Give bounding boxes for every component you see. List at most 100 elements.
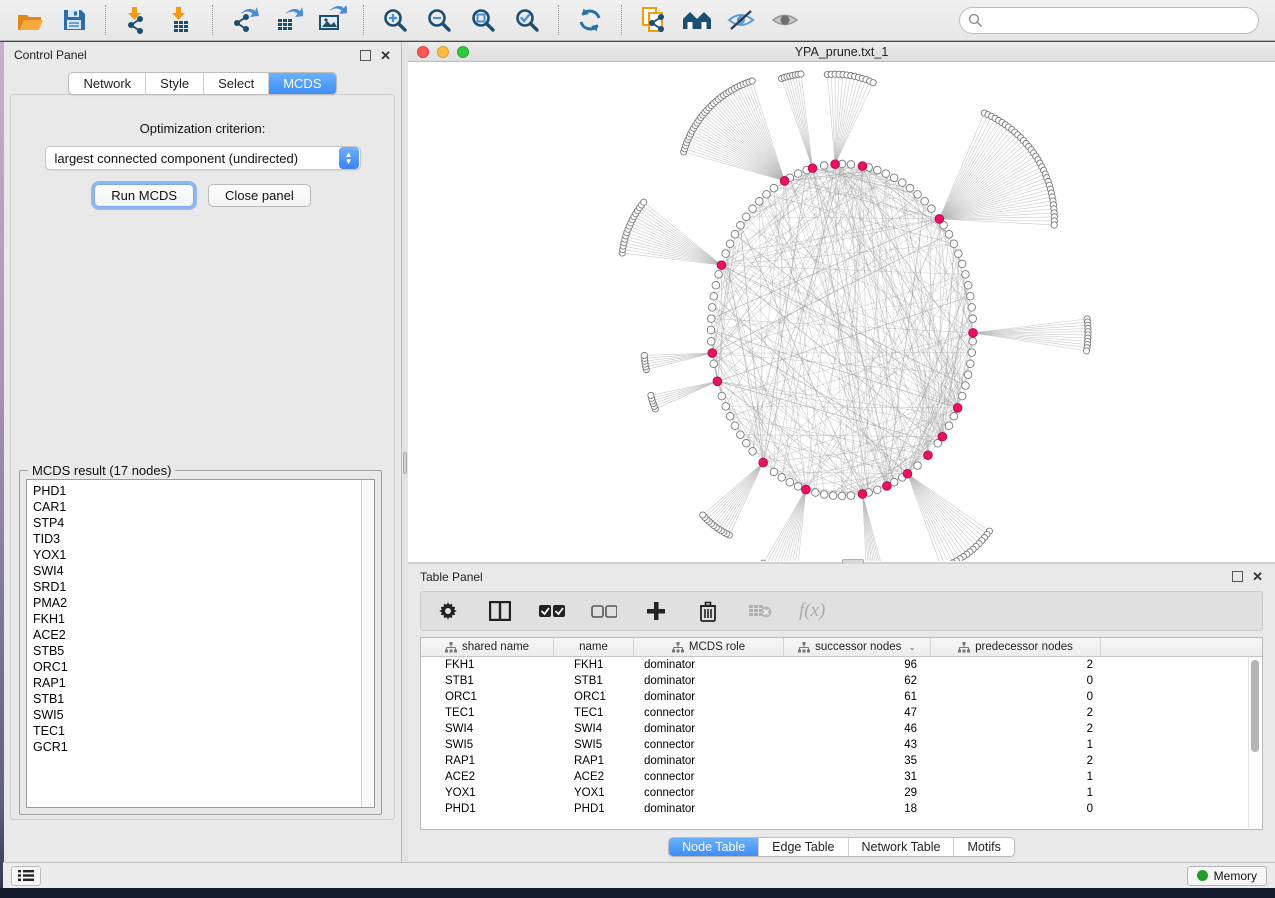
graph-node[interactable]: [794, 483, 802, 491]
mcds-result-item[interactable]: SRD1: [33, 579, 361, 595]
cell-shared-name[interactable]: ORC1: [421, 689, 554, 705]
mcds-result-item[interactable]: PHD1: [33, 483, 361, 499]
cell-name[interactable]: STB1: [554, 673, 634, 689]
graph-node[interactable]: [958, 392, 966, 400]
select-all-button[interactable]: [539, 598, 565, 624]
graph-node[interactable]: [962, 382, 970, 390]
cell-predecessor-nodes[interactable]: 1: [931, 737, 1101, 753]
search-input[interactable]: [959, 7, 1259, 34]
table-scrollbar[interactable]: [1248, 657, 1261, 828]
cell-predecessor-nodes[interactable]: 1: [931, 785, 1101, 801]
network-window-titlebar[interactable]: YPA_prune.txt_1: [408, 42, 1275, 62]
memory-button[interactable]: Memory: [1187, 866, 1267, 886]
graph-node[interactable]: [731, 422, 739, 430]
graph-hub-node[interactable]: [969, 329, 978, 338]
graph-node[interactable]: [708, 315, 716, 323]
cell-MCDS-role[interactable]: dominator: [634, 689, 784, 705]
graph-node[interactable]: [921, 197, 929, 205]
graph-node[interactable]: [712, 281, 720, 289]
graph-node[interactable]: [847, 161, 855, 169]
graph-node[interactable]: [786, 478, 794, 486]
graph-hub-node[interactable]: [831, 160, 840, 169]
graph-node[interactable]: [955, 250, 963, 258]
show-all-button[interactable]: [765, 3, 805, 37]
zoom-out-button[interactable]: [419, 3, 459, 37]
graph-node[interactable]: [882, 170, 890, 178]
export-network-button[interactable]: [224, 3, 264, 37]
graph-hub-node[interactable]: [802, 485, 811, 494]
mcds-result-item[interactable]: FKH1: [33, 611, 361, 627]
close-panel-button[interactable]: ✕: [380, 50, 391, 61]
open-session-button[interactable]: [10, 3, 50, 37]
graph-node[interactable]: [641, 199, 647, 205]
column-header-successor-nodes[interactable]: successor nodes⌄: [784, 638, 931, 656]
graph-node[interactable]: [756, 197, 764, 205]
mcds-result-item[interactable]: GCR1: [33, 739, 361, 755]
graph-node[interactable]: [812, 489, 820, 497]
cell-MCDS-role[interactable]: connector: [634, 737, 784, 753]
cell-successor-nodes[interactable]: 96: [784, 657, 931, 673]
close-panel-button-mcds[interactable]: Close panel: [208, 184, 311, 207]
table-row[interactable]: ORC1ORC1dominator610: [421, 689, 1262, 705]
graph-node[interactable]: [914, 462, 922, 470]
table-row[interactable]: PHD1PHD1dominator180: [421, 801, 1262, 817]
graph-hub-node[interactable]: [938, 432, 947, 441]
graph-node[interactable]: [731, 230, 739, 238]
mcds-result-item[interactable]: CAR1: [33, 499, 361, 515]
graph-node[interactable]: [966, 292, 974, 300]
close-table-panel-button[interactable]: ✕: [1252, 571, 1263, 582]
graph-node[interactable]: [906, 184, 914, 192]
graph-node[interactable]: [964, 371, 972, 379]
graph-node[interactable]: [968, 349, 976, 357]
graph-node[interactable]: [914, 191, 922, 199]
graph-node[interactable]: [763, 191, 771, 199]
graph-node[interactable]: [770, 468, 778, 476]
graph-node[interactable]: [945, 230, 953, 238]
table-scrollbar-thumb[interactable]: [1251, 660, 1259, 752]
graph-node[interactable]: [749, 78, 755, 84]
mcds-list-scrollbar[interactable]: [361, 480, 374, 807]
mcds-result-item[interactable]: STP4: [33, 515, 361, 531]
mcds-result-item[interactable]: SWI4: [33, 563, 361, 579]
graph-hub-node[interactable]: [780, 177, 789, 186]
cell-successor-nodes[interactable]: 61: [784, 689, 931, 705]
graph-node[interactable]: [742, 213, 750, 221]
cell-successor-nodes[interactable]: 35: [784, 753, 931, 769]
graph-node[interactable]: [794, 170, 802, 178]
cell-MCDS-role[interactable]: connector: [634, 705, 784, 721]
cell-name[interactable]: RAP1: [554, 753, 634, 769]
graph-node[interactable]: [874, 486, 882, 494]
cell-shared-name[interactable]: SWI5: [421, 737, 554, 753]
cell-name[interactable]: ORC1: [554, 689, 634, 705]
apply-layout-refresh-button[interactable]: [570, 3, 610, 37]
graph-node[interactable]: [760, 560, 766, 561]
mcds-result-item[interactable]: TID3: [33, 531, 361, 547]
mcds-result-item[interactable]: PMA2: [33, 595, 361, 611]
hide-selected-button[interactable]: [721, 3, 761, 37]
cell-name[interactable]: TEC1: [554, 705, 634, 721]
cell-shared-name[interactable]: SWI4: [421, 721, 554, 737]
graph-node[interactable]: [648, 392, 654, 398]
splitter-handle[interactable]: [403, 452, 407, 474]
tab-style[interactable]: Style: [145, 73, 203, 94]
graph-node[interactable]: [700, 512, 706, 518]
graph-node[interactable]: [890, 478, 898, 486]
cell-successor-nodes[interactable]: 31: [784, 769, 931, 785]
cell-successor-nodes[interactable]: 18: [784, 801, 931, 817]
cell-name[interactable]: YOX1: [554, 785, 634, 801]
cell-shared-name[interactable]: TEC1: [421, 705, 554, 721]
graph-node[interactable]: [1051, 222, 1057, 228]
graph-node[interactable]: [749, 448, 757, 456]
mcds-result-item[interactable]: SWI5: [33, 707, 361, 723]
cell-predecessor-nodes[interactable]: 0: [931, 673, 1101, 689]
cell-shared-name[interactable]: STB1: [421, 673, 554, 689]
table-row[interactable]: TEC1TEC1connector472: [421, 705, 1262, 721]
graph-hub-node[interactable]: [717, 261, 726, 270]
graph-node[interactable]: [874, 166, 882, 174]
graph-node[interactable]: [710, 292, 718, 300]
table-row[interactable]: YOX1YOX1connector291: [421, 785, 1262, 801]
graph-node[interactable]: [898, 179, 906, 187]
graph-node[interactable]: [928, 205, 936, 213]
export-table-button[interactable]: [268, 3, 308, 37]
table-row[interactable]: SWI4SWI4dominator462: [421, 721, 1262, 737]
